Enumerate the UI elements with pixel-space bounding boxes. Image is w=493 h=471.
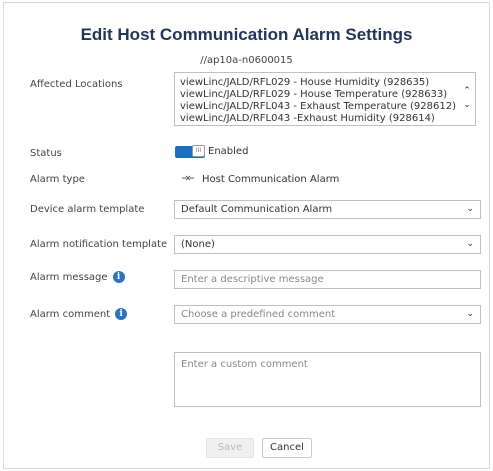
chevron-down-icon: ⌄ bbox=[466, 204, 474, 214]
affected-locations-label: Affected Locations bbox=[30, 79, 123, 90]
chevron-down-icon: ⌄ bbox=[466, 309, 474, 319]
alarm-type-value: Host Communication Alarm bbox=[182, 174, 339, 185]
dialog-subtitle: //ap10a-n0600015 bbox=[200, 55, 293, 66]
info-icon[interactable]: i bbox=[112, 271, 125, 283]
edit-alarm-dialog: Edit Host Communication Alarm Settings /… bbox=[3, 2, 490, 469]
alarm-comment-select[interactable]: Choose a predefined comment ⌄ bbox=[174, 305, 481, 324]
status-toggle[interactable]: III bbox=[175, 145, 205, 158]
status-label: Status bbox=[30, 148, 62, 159]
alarm-notification-template-select[interactable]: (None) ⌄ bbox=[174, 235, 481, 254]
save-button[interactable]: Save bbox=[206, 438, 254, 458]
location-item[interactable]: viewLinc/JALD/RFL043 - Exhaust Temperatu… bbox=[180, 101, 475, 113]
location-item[interactable]: viewLinc/JALD/RFL043 -Exhaust Humidity (… bbox=[180, 113, 475, 125]
status-toggle-label: Enabled bbox=[208, 146, 249, 157]
device-alarm-template-value: Default Communication Alarm bbox=[181, 204, 333, 215]
alarm-type-text: Host Communication Alarm bbox=[202, 174, 340, 185]
alarm-comment-placeholder: Choose a predefined comment bbox=[181, 309, 336, 320]
alarm-comment-label: Alarm comment i bbox=[30, 308, 128, 320]
scroll-up-icon[interactable]: ⌃ bbox=[461, 86, 473, 96]
disconnect-icon bbox=[182, 174, 194, 185]
affected-locations-list[interactable]: viewLinc/JALD/RFL029 - House Humidity (9… bbox=[174, 72, 476, 126]
alarm-notification-template-label: Alarm notification template bbox=[30, 239, 168, 250]
alarm-type-label: Alarm type bbox=[30, 174, 85, 185]
chevron-down-icon: ⌄ bbox=[466, 239, 474, 249]
dialog-title: Edit Host Communication Alarm Settings bbox=[80, 25, 413, 44]
alarm-notification-template-value: (None) bbox=[181, 239, 215, 250]
cancel-button[interactable]: Cancel bbox=[262, 438, 312, 458]
scroll-down-icon[interactable]: ⌄ bbox=[461, 100, 473, 110]
device-alarm-template-select[interactable]: Default Communication Alarm ⌄ bbox=[174, 200, 481, 219]
info-icon[interactable]: i bbox=[115, 308, 128, 320]
toggle-knob: III bbox=[192, 145, 205, 157]
location-item[interactable]: viewLinc/JALD/RFL029 - House Temperature… bbox=[180, 89, 475, 101]
alarm-message-label: Alarm message i bbox=[30, 271, 125, 283]
location-item[interactable]: viewLinc/JALD/RFL029 - House Humidity (9… bbox=[180, 77, 475, 89]
alarm-message-input[interactable]: Enter a descriptive message bbox=[174, 270, 481, 289]
alarm-message-label-text: Alarm message bbox=[30, 271, 108, 283]
device-alarm-template-label: Device alarm template bbox=[30, 204, 145, 215]
custom-comment-textarea[interactable]: Enter a custom comment bbox=[174, 352, 481, 407]
alarm-comment-label-text: Alarm comment bbox=[30, 308, 111, 320]
